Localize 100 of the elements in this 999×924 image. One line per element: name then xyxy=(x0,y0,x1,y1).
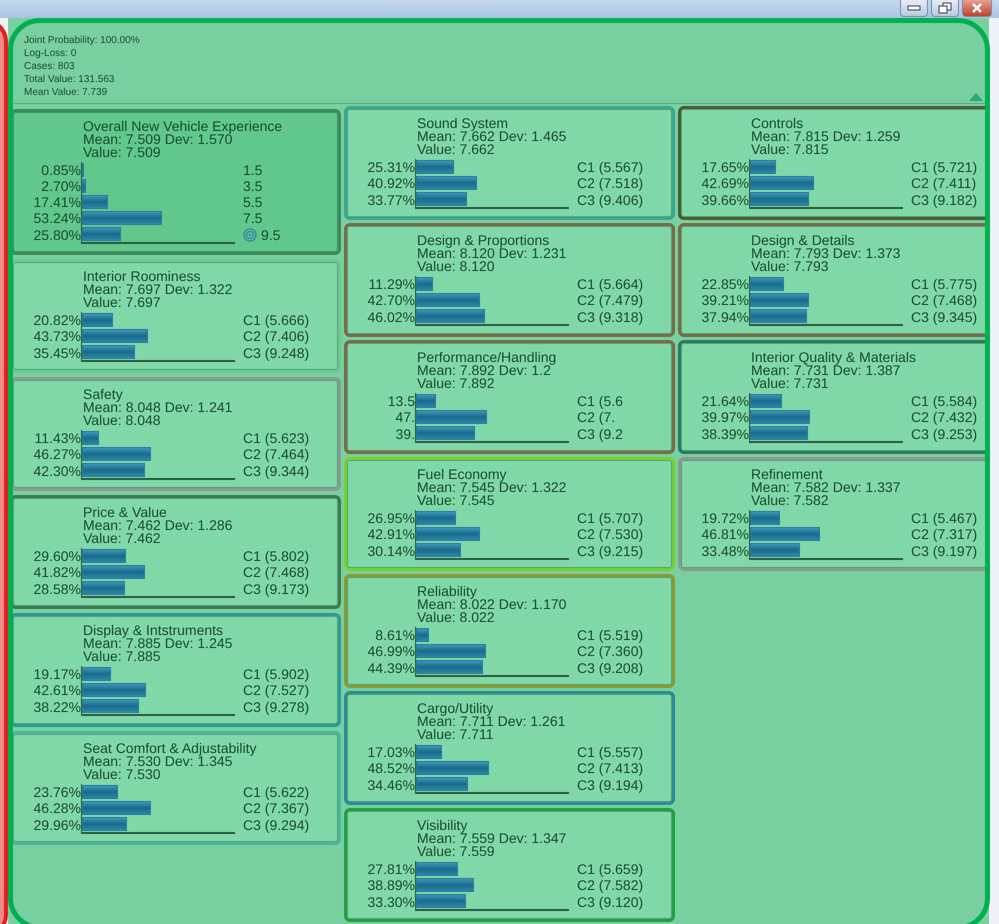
state-label: C1 (5.467) xyxy=(911,510,978,526)
node-title: Cargo/Utility xyxy=(417,702,494,715)
node-card[interactable]: Performance/Handling Mean: 7.892 Dev: 1.2 Value: 7.892 13.5 C1 (5.6 47. C2 (7. 39. C3 (9.2 xyxy=(344,340,675,454)
node-card[interactable]: Display & Intstruments Mean: 7.885 Dev: 1.245 Value: 7.885 19.17% C1 (5.902) 42.61% C2 (7.527) 38.22% C3 (9.278) xyxy=(10,613,341,727)
state-label: C3 (9.194) xyxy=(577,777,644,793)
node-card[interactable]: Design & Proportions Mean: 8.120 Dev: 1.231 Value: 8.120 11.29% C1 (5.664) 42.70% C2 (7.479) 46.02% C3 (9.318) xyxy=(344,223,675,337)
node-stats: Mean: 7.582 Dev: 1.337 xyxy=(751,481,902,494)
state-percent: 27.81% xyxy=(366,861,415,877)
state-label: C3 (9.253) xyxy=(911,426,978,442)
node-stats: Mean: 7.793 Dev: 1.373 xyxy=(751,247,902,260)
state-percent: 33.30% xyxy=(366,894,415,910)
state-percent: 46.28% xyxy=(32,800,81,816)
state-label: C3 (9.248) xyxy=(243,345,310,361)
node-title: Safety xyxy=(83,388,124,401)
state-percent: 47. xyxy=(394,409,415,425)
state-percent: 28.58% xyxy=(32,581,81,597)
node-title: Refinement xyxy=(751,468,824,481)
node-card[interactable]: Safety Mean: 8.048 Dev: 1.241 Value: 8.048 11.43% C1 (5.623) 46.27% C2 (7.464) 42.30% C3 (9.344) xyxy=(10,377,341,491)
state-label: C2 (7.406) xyxy=(243,328,310,344)
state-percent: 29.96% xyxy=(32,817,81,833)
state-percent: 46.27% xyxy=(32,446,81,462)
state-percent: 8.61% xyxy=(374,627,415,643)
state-percent: 0.85% xyxy=(40,162,81,178)
node-card[interactable]: Fuel Economy Mean: 7.545 Dev: 1.322 Value: 7.545 26.95% C1 (5.707) 42.91% C2 (7.530) 30.14% C3 (9.215) xyxy=(344,457,675,571)
state-percent: 19.72% xyxy=(700,510,749,526)
state-percent: 33.48% xyxy=(700,543,749,559)
node-stats: Mean: 7.815 Dev: 1.259 xyxy=(751,130,902,143)
state-percent: 40.92% xyxy=(366,175,415,191)
state-label: C2 (7.582) xyxy=(577,877,644,893)
state-label: C2 (7.367) xyxy=(243,800,310,816)
state-label: C3 (9.215) xyxy=(577,543,644,559)
state-percent: 48.52% xyxy=(366,760,415,776)
node-title: Controls xyxy=(751,117,804,130)
node-card[interactable]: Visibility Mean: 7.559 Dev: 1.347 Value: 7.559 27.81% C1 (5.659) 38.89% C2 (7.582) 33.30% C3 (9.120) xyxy=(344,808,675,922)
state-percent: 39.21% xyxy=(700,292,749,308)
state-label: C3 (9.2 xyxy=(577,426,623,442)
state-percent: 44.39% xyxy=(366,660,415,676)
node-title: Overall New Vehicle Experience xyxy=(83,120,284,133)
state-label: C1 (5.775) xyxy=(911,276,978,292)
node-value: Value: 7.815 xyxy=(751,143,830,156)
state-percent: 11.29% xyxy=(368,276,415,292)
node-value: Value: 7.793 xyxy=(751,260,830,273)
state-percent: 13.5 xyxy=(386,393,415,409)
node-card[interactable]: Sound System Mean: 7.662 Dev: 1.465 Value: 7.662 25.31% C1 (5.567) 40.92% C2 (7.518) 33.77% C3 (9.406) xyxy=(344,106,675,220)
state-label: C1 (5.721) xyxy=(911,159,978,175)
node-title: Interior Roominess xyxy=(83,270,202,283)
node-title: Design & Proportions xyxy=(417,234,550,247)
node-title: Price & Value xyxy=(83,506,168,519)
state-label: C1 (5.659) xyxy=(577,861,644,877)
state-label: C3 (9.208) xyxy=(577,660,644,676)
node-title: Interior Quality & Materials xyxy=(751,351,917,364)
state-label: C3 (9.406) xyxy=(577,192,644,208)
state-label: C3 (9.173) xyxy=(243,581,310,597)
state-percent: 42.61% xyxy=(32,682,81,698)
node-value: Value: 7.711 xyxy=(417,728,495,741)
state-percent: 29.60% xyxy=(32,548,81,564)
node-title: Display & Intstruments xyxy=(83,624,224,637)
close-icon xyxy=(971,3,983,13)
restore-button[interactable] xyxy=(931,0,959,17)
state-percent: 26.95% xyxy=(366,510,415,526)
node-stats: Mean: 7.885 Dev: 1.245 xyxy=(83,637,234,650)
state-label: C1 (5.902) xyxy=(243,666,310,682)
state-percent: 46.99% xyxy=(366,643,415,659)
node-card[interactable]: Overall New Vehicle Experience Mean: 7.509 Dev: 1.570 Value: 7.509 0.85% 1.5 2.70% 3.5 17.41% 5.5 53.24% 7.5 25.80% 9.5 xyxy=(10,109,341,255)
node-card[interactable]: Seat Comfort & Adjustability Mean: 7.530 Dev: 1.345 Value: 7.530 23.76% C1 (5.622) 46.28% C2 (7.367) 29.96% C3 (9.294) xyxy=(10,731,341,845)
node-stats: Mean: 7.559 Dev: 1.347 xyxy=(417,832,568,845)
node-stats: Mean: 7.731 Dev: 1.387 xyxy=(751,364,900,377)
state-label: C1 (5.622) xyxy=(243,784,310,800)
node-stats: Mean: 7.462 Dev: 1.286 xyxy=(83,519,234,532)
node-card[interactable]: Reliability Mean: 8.022 Dev: 1.170 Value: 8.022 8.61% C1 (5.519) 46.99% C2 (7.360) 44.39% C3 (9.208) xyxy=(344,574,675,688)
state-percent: 33.77% xyxy=(366,192,415,208)
state-label: C1 (5.6 xyxy=(577,393,623,409)
node-stats: Mean: 8.120 Dev: 1.231 xyxy=(417,247,568,260)
close-button[interactable] xyxy=(962,0,992,17)
summary-line: Mean Value: 7.739 xyxy=(24,86,108,99)
node-card[interactable]: Cargo/Utility Mean: 7.711 Dev: 1.261 Value: 7.711 17.03% C1 (5.557) 48.52% C2 (7.413) 34.46% C3 (9.194) xyxy=(344,691,675,805)
state-percent: 38.22% xyxy=(32,699,81,715)
node-title: Visibility xyxy=(417,819,468,832)
node-card[interactable]: Price & Value Mean: 7.462 Dev: 1.286 Value: 7.462 29.60% C1 (5.802) 41.82% C2 (7.468) 28.58% C3 (9.173) xyxy=(10,495,341,609)
state-label: C3 (9.120) xyxy=(577,894,644,910)
node-value: Value: 8.048 xyxy=(83,414,162,427)
state-percent: 42.91% xyxy=(366,526,415,542)
state-label: 1.5 xyxy=(243,162,262,178)
state-label: C3 (9.278) xyxy=(243,699,310,715)
state-percent: 38.89% xyxy=(366,877,415,893)
state-label: C3 (9.345) xyxy=(911,309,978,325)
state-label: C1 (5.567) xyxy=(577,159,644,175)
state-percent: 17.03% xyxy=(366,744,415,760)
state-percent: 39. xyxy=(394,426,415,442)
node-value: Value: 8.120 xyxy=(417,260,496,273)
node-value: Value: 7.462 xyxy=(83,532,162,545)
state-percent: 19.17% xyxy=(32,666,81,682)
state-percent: 42.30% xyxy=(32,463,81,479)
state-label: 3.5 xyxy=(243,178,262,194)
minimize-button[interactable] xyxy=(900,0,928,17)
summary-line: Cases: 803 xyxy=(24,60,75,73)
state-percent: 11.43% xyxy=(34,430,81,446)
node-card[interactable]: Interior Roominess Mean: 7.697 Dev: 1.322 Value: 7.697 20.82% C1 (5.666) 43.73% C2 (7.406) 35.45% C3 (9.248) xyxy=(10,259,341,373)
state-percent: 2.70% xyxy=(40,178,81,194)
state-label: C3 (9.318) xyxy=(577,309,644,325)
